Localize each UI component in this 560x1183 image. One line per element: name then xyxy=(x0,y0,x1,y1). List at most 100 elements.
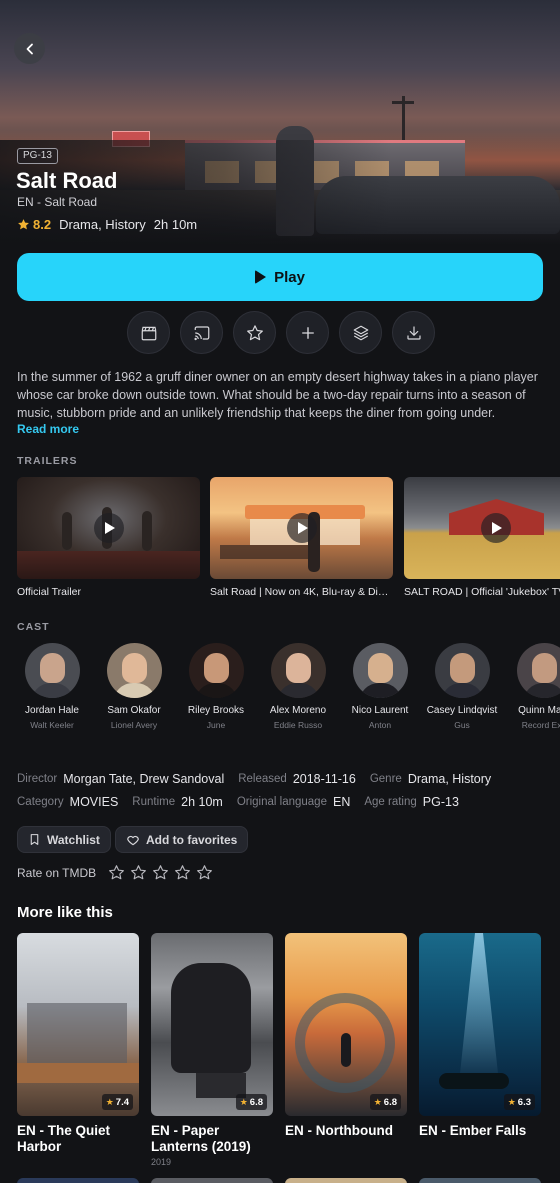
movie-title: EN - Paper Lanterns (2019) xyxy=(151,1123,251,1154)
movie-title: EN - The Quiet Harbor xyxy=(17,1123,111,1154)
next-row-peek xyxy=(151,1178,273,1183)
avatar xyxy=(106,643,162,698)
subtitle: EN - Salt Road xyxy=(17,195,98,209)
trailer-button[interactable] xyxy=(127,311,170,354)
read-more-link[interactable]: Read more xyxy=(17,422,79,436)
add-button[interactable] xyxy=(286,311,329,354)
cast-member[interactable]: Nico Laurent Anton xyxy=(341,643,419,730)
genre-label: Genre xyxy=(369,772,402,785)
cast-member[interactable]: Sam Okafor Lionel Avery xyxy=(95,643,173,730)
cast-name: Riley Brooks xyxy=(187,705,245,716)
trailer-caption: SALT ROAD | Official 'Jukebox' TV xyxy=(404,586,560,598)
collection-button[interactable] xyxy=(339,311,382,354)
star-icon[interactable] xyxy=(196,864,213,881)
cast-icon xyxy=(193,325,209,340)
star-icon[interactable] xyxy=(130,864,147,881)
poster: ★ 6.3 xyxy=(419,933,541,1116)
cast-member[interactable]: Riley Brooks June xyxy=(177,643,255,730)
plus-icon xyxy=(301,326,314,339)
released-value: 2018-11-16 xyxy=(292,771,356,786)
watchlist-button[interactable]: Watchlist xyxy=(17,826,111,853)
cast-button[interactable] xyxy=(180,311,223,354)
trailer-thumbnail xyxy=(404,477,560,579)
rating-badge: ★ 6.3 xyxy=(503,1094,535,1110)
star-icon[interactable] xyxy=(108,864,125,881)
page-title: Salt Road xyxy=(16,168,118,193)
download-icon xyxy=(406,325,421,340)
movie-card[interactable]: ★ 6.8 EN - Northbound xyxy=(285,933,407,1139)
director-value: Morgan Tate, Drew Sandoval xyxy=(63,771,225,786)
cast-name: Alex Moreno xyxy=(269,705,327,716)
add-to-favorites-button[interactable]: Add to favorites xyxy=(115,826,249,853)
cast-role: Record Exe xyxy=(521,720,560,730)
cast-role: Walt Keeler xyxy=(30,720,74,730)
cast-name: Nico Laurent xyxy=(351,705,409,716)
rate-label: Rate on TMDB xyxy=(17,865,97,880)
language-label: Original language xyxy=(236,795,327,808)
watchlist-label: Watchlist xyxy=(47,832,100,847)
star-rating xyxy=(108,864,213,881)
cast-member[interactable]: Jordan Hale Walt Keeler xyxy=(17,643,91,730)
cast-name: Jordan Hale xyxy=(25,705,79,716)
cast-member[interactable]: Quinn Mark Record Exe xyxy=(505,643,560,730)
star-outline-icon xyxy=(246,324,263,340)
more-like-this-row: ★ 7.4 EN - The Quiet Harbor ★ 6.8 EN - Pap… xyxy=(17,933,560,1183)
movie-year: 2019 xyxy=(151,1157,172,1167)
cast-row: Jordan Hale Walt Keeler Sam Okafor Lione… xyxy=(17,643,560,738)
movie-card[interactable]: ★ 6.8 EN - Paper Lanterns (2019) 2019 xyxy=(151,933,273,1167)
play-label: Play xyxy=(274,268,305,286)
trailer-caption: Salt Road | Now on 4K, Blu-ray & Digit..… xyxy=(210,586,393,598)
cast-member[interactable]: Alex Moreno Eddie Russo xyxy=(259,643,337,730)
star-icon[interactable] xyxy=(152,864,169,881)
trailer-card[interactable]: SALT ROAD | Official 'Jukebox' TV xyxy=(404,477,560,598)
details-panel: Director Morgan Tate, Drew Sandoval Rele… xyxy=(17,767,505,813)
back-button[interactable] xyxy=(14,33,45,64)
trailer-caption: Official Trailer xyxy=(17,586,81,598)
meta-row: 8.2 Drama, History 2h 10m xyxy=(17,217,197,232)
avatar xyxy=(188,643,244,698)
poster: ★ 6.8 xyxy=(285,933,407,1116)
cast-member[interactable]: Casey Lindqvist Gus xyxy=(423,643,501,730)
action-row xyxy=(127,311,435,354)
cast-name: Quinn Mark xyxy=(518,705,560,716)
cast-role: Gus xyxy=(454,720,470,730)
score-value: 8.2 xyxy=(33,217,52,232)
play-button[interactable]: Play xyxy=(17,253,543,301)
movie-title: EN - Northbound xyxy=(285,1123,393,1138)
cast-role: June xyxy=(206,720,226,730)
runtime-value: 2h 10m xyxy=(181,794,223,809)
director-label: Director xyxy=(17,772,58,785)
trailer-card[interactable]: Official Trailer xyxy=(17,477,200,598)
next-row-peek xyxy=(285,1178,407,1183)
bookmark-icon xyxy=(30,834,39,845)
rating-badge: ★ 6.8 xyxy=(235,1094,267,1110)
layers-icon xyxy=(353,325,368,340)
category-label: Category xyxy=(17,795,64,808)
released-label: Released xyxy=(238,772,287,785)
star-icon xyxy=(18,219,29,230)
movie-card[interactable]: ★ 7.4 EN - The Quiet Harbor xyxy=(17,933,139,1155)
category-value: MOVIES xyxy=(69,794,119,809)
play-icon xyxy=(286,513,317,543)
poster: ★ 6.8 xyxy=(151,933,273,1116)
download-button[interactable] xyxy=(392,311,435,354)
avatar xyxy=(270,643,326,698)
poster: ★ 7.4 xyxy=(17,933,139,1116)
score: 8.2 xyxy=(17,217,51,232)
clapperboard-icon xyxy=(141,326,156,340)
trailers-heading: TRAILERS xyxy=(17,455,78,467)
star-icon[interactable] xyxy=(174,864,191,881)
duration: 2h 10m xyxy=(153,217,198,232)
next-row-peek xyxy=(17,1178,139,1183)
trailer-thumbnail xyxy=(17,477,200,579)
description: In the summer of 1962 a gruff diner owne… xyxy=(17,370,538,420)
avatar xyxy=(24,643,80,698)
trailer-card[interactable]: Salt Road | Now on 4K, Blu-ray & Digit..… xyxy=(210,477,393,598)
avatar xyxy=(516,643,560,698)
language-value: EN xyxy=(332,794,351,809)
play-icon xyxy=(255,270,267,284)
rate-row: Rate on TMDB xyxy=(17,864,213,881)
rate-button[interactable] xyxy=(233,311,276,354)
rating-badge: ★ 6.8 xyxy=(369,1094,401,1110)
movie-card[interactable]: ★ 6.3 EN - Ember Falls xyxy=(419,933,541,1139)
